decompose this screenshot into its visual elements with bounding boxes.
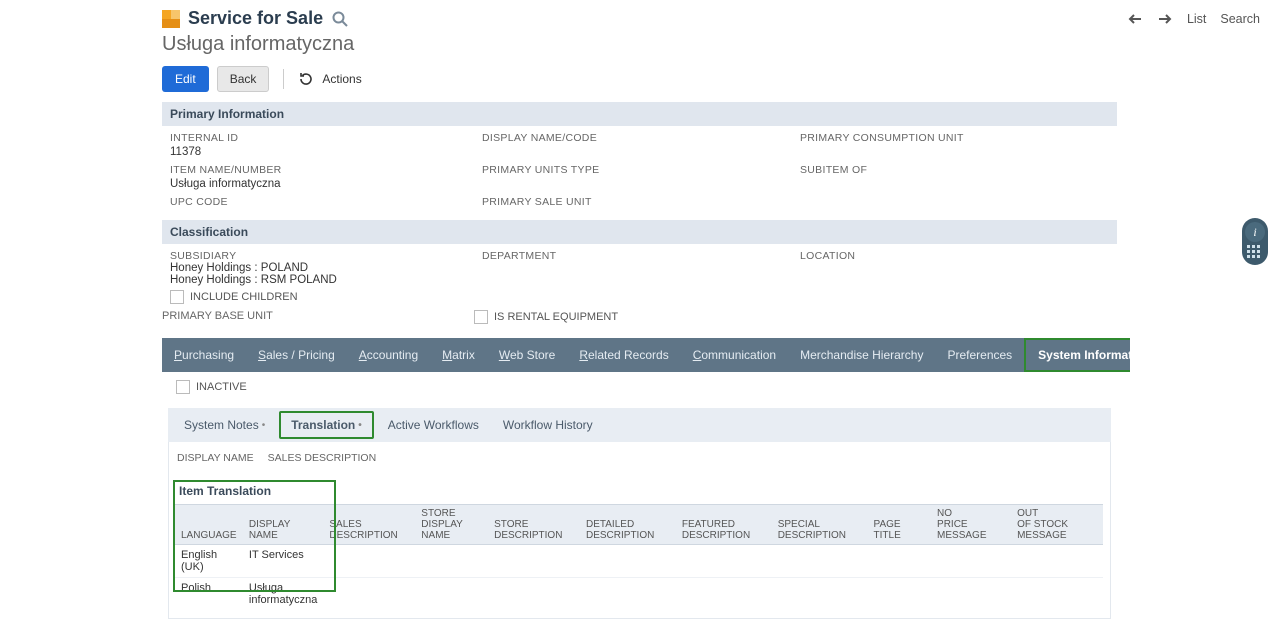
tab-merchandise-hierarchy[interactable]: Merchandise Hierarchy bbox=[788, 340, 935, 370]
back-button[interactable]: Back bbox=[217, 66, 270, 92]
actions-label: Actions bbox=[322, 72, 361, 86]
is-rental-label: IS RENTAL EQUIPMENT bbox=[494, 311, 618, 323]
section-classification: Classification bbox=[162, 220, 1117, 244]
subtab-system-notes[interactable]: System Notes• bbox=[174, 413, 275, 437]
include-children-label: INCLUDE CHILDREN bbox=[190, 291, 298, 303]
tab-sales-pricing[interactable]: Sales / Pricing bbox=[246, 340, 347, 370]
edit-button[interactable]: Edit bbox=[162, 66, 209, 92]
inactive-label: INACTIVE bbox=[196, 381, 247, 393]
actions-menu[interactable]: Actions bbox=[298, 71, 361, 87]
item-name-label: ITEM NAME/NUMBER bbox=[170, 164, 482, 176]
page-type: Service for Sale bbox=[188, 8, 323, 29]
inactive-checkbox[interactable] bbox=[176, 380, 190, 394]
package-icon bbox=[162, 10, 180, 28]
main-tabbar: PurchasingSales / PricingAccountingMatri… bbox=[162, 338, 1130, 372]
col-special-description: SPECIALDESCRIPTION bbox=[772, 505, 868, 545]
sales-desc-mini-label: SALES DESCRIPTION bbox=[268, 452, 377, 464]
page-title: Usługa informatyczna bbox=[162, 33, 1260, 56]
subitem-of-label: SUBITEM OF bbox=[800, 164, 1109, 176]
section-primary-info: Primary Information bbox=[162, 102, 1117, 126]
tab-accounting[interactable]: Accounting bbox=[347, 340, 430, 370]
col-store-display-name: STOREDISPLAY NAME bbox=[415, 505, 488, 545]
primary-consumption-label: PRIMARY CONSUMPTION UNIT bbox=[800, 132, 1109, 144]
internal-id-label: INTERNAL ID bbox=[170, 132, 482, 144]
subtab-bar: System Notes•Translation•Active Workflow… bbox=[168, 408, 1111, 442]
item-translation-table: LANGUAGEDISPLAYNAMESALESDESCRIPTIONSTORE… bbox=[175, 504, 1103, 610]
department-label: DEPARTMENT bbox=[482, 250, 800, 262]
col-display-name: DISPLAYNAME bbox=[243, 505, 323, 545]
col-sales-description: SALESDESCRIPTION bbox=[323, 505, 415, 545]
col-featured-description: FEATUREDDESCRIPTION bbox=[676, 505, 772, 545]
nav-list-link[interactable]: List bbox=[1187, 12, 1206, 26]
nav-next-icon[interactable] bbox=[1157, 11, 1173, 27]
info-icon: i bbox=[1245, 222, 1265, 242]
refresh-icon bbox=[298, 71, 314, 87]
col-store-description: STOREDESCRIPTION bbox=[488, 505, 580, 545]
subsidiary-line-1: Honey Holdings : POLAND bbox=[170, 262, 482, 274]
tab-related-records[interactable]: Related Records bbox=[567, 340, 680, 370]
subtab-active-workflows[interactable]: Active Workflows bbox=[378, 413, 489, 437]
subsidiary-label: SUBSIDIARY bbox=[170, 250, 482, 262]
table-row[interactable]: English (UK)IT Services bbox=[175, 545, 1103, 578]
subtab-workflow-history[interactable]: Workflow History bbox=[493, 413, 603, 437]
include-children-checkbox[interactable] bbox=[170, 290, 184, 304]
col-language: LANGUAGE bbox=[175, 505, 243, 545]
primary-units-label: PRIMARY UNITS TYPE bbox=[482, 164, 800, 176]
item-translation-title: Item Translation bbox=[175, 482, 1102, 504]
location-label: LOCATION bbox=[800, 250, 1109, 262]
subtab-translation[interactable]: Translation• bbox=[279, 411, 374, 439]
item-name-value: Usługa informatyczna bbox=[170, 178, 482, 190]
tab-system-information[interactable]: System Information bbox=[1024, 338, 1130, 372]
table-row[interactable]: PolishUsługa informatyczna bbox=[175, 578, 1103, 611]
display-name-mini-label: DISPLAY NAME bbox=[177, 452, 254, 464]
subsidiary-line-2: Honey Holdings : RSM POLAND bbox=[170, 274, 482, 286]
nav-search-link[interactable]: Search bbox=[1220, 12, 1260, 26]
primary-base-unit-label: PRIMARY BASE UNIT bbox=[162, 310, 474, 324]
col-page-title: PAGE TITLE bbox=[868, 505, 932, 545]
help-widget[interactable]: i bbox=[1242, 218, 1268, 265]
display-name-code-label: DISPLAY NAME/CODE bbox=[482, 132, 800, 144]
upc-code-label: UPC CODE bbox=[170, 196, 482, 208]
tab-communication[interactable]: Communication bbox=[681, 340, 788, 370]
apps-grid-icon bbox=[1247, 245, 1263, 261]
col-detailed-description: DETAILEDDESCRIPTION bbox=[580, 505, 676, 545]
nav-prev-icon[interactable] bbox=[1127, 11, 1143, 27]
col-no-price-message: NOPRICE MESSAGE bbox=[931, 505, 1011, 545]
separator bbox=[283, 69, 284, 89]
tab-preferences[interactable]: Preferences bbox=[935, 340, 1024, 370]
internal-id-value: 11378 bbox=[170, 146, 482, 158]
col-out-of-stock-message: OUTOF STOCK MESSAGE bbox=[1011, 505, 1103, 545]
search-icon[interactable] bbox=[331, 10, 349, 28]
tab-web-store[interactable]: Web Store bbox=[487, 340, 567, 370]
is-rental-checkbox[interactable] bbox=[474, 310, 488, 324]
tab-matrix[interactable]: Matrix bbox=[430, 340, 487, 370]
primary-sale-unit-label: PRIMARY SALE UNIT bbox=[482, 196, 800, 208]
tab-purchasing[interactable]: Purchasing bbox=[162, 340, 246, 370]
